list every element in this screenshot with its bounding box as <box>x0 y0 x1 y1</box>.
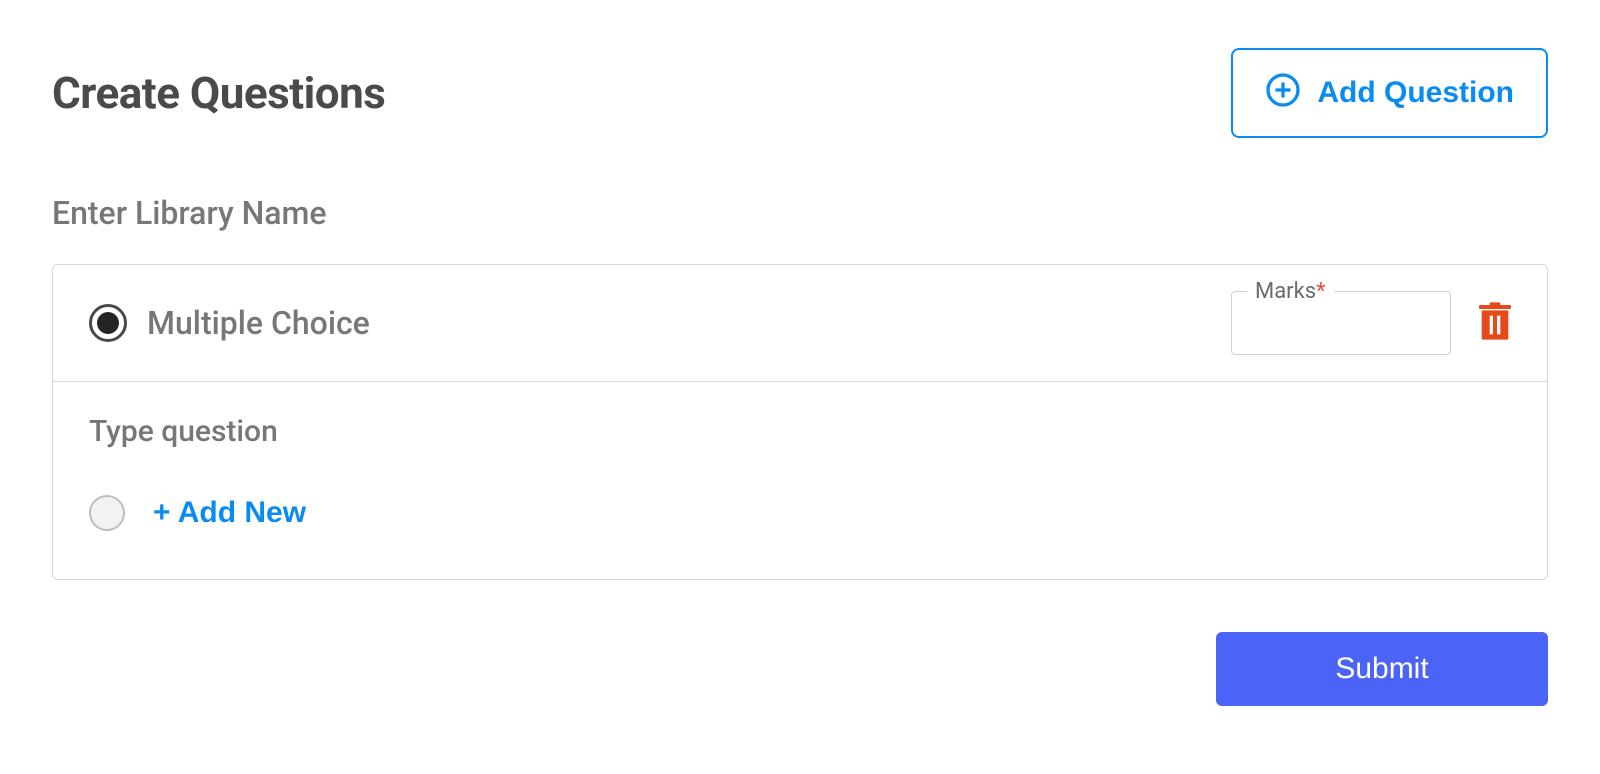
add-question-label: Add Question <box>1317 78 1514 108</box>
marks-field-wrapper: Marks* <box>1231 291 1451 355</box>
plus-circle-icon <box>1265 72 1301 114</box>
question-type-label: Multiple Choice <box>147 304 1231 342</box>
required-asterisk: * <box>1316 279 1325 304</box>
option-row: + Add New <box>89 495 1511 531</box>
radio-unselected-icon[interactable] <box>89 495 125 531</box>
submit-button[interactable]: Submit <box>1216 632 1548 706</box>
page-header: Create Questions Add Question <box>52 48 1548 138</box>
add-question-button[interactable]: Add Question <box>1231 48 1548 138</box>
library-name-input[interactable]: Enter Library Name <box>52 194 1548 232</box>
question-card: Multiple Choice Marks* Type question + A… <box>52 264 1548 580</box>
trash-icon[interactable] <box>1479 302 1511 344</box>
question-card-header: Multiple Choice Marks* <box>53 265 1547 382</box>
page-footer: Submit <box>52 632 1548 706</box>
question-text-input[interactable]: Type question <box>89 414 1511 449</box>
radio-selected-icon <box>89 304 127 342</box>
add-new-option-button[interactable]: + Add New <box>153 496 306 530</box>
page-title: Create Questions <box>52 67 385 119</box>
question-card-body: Type question + Add New <box>53 382 1547 579</box>
marks-label: Marks* <box>1247 279 1334 304</box>
library-name-section: Enter Library Name <box>52 194 1548 232</box>
